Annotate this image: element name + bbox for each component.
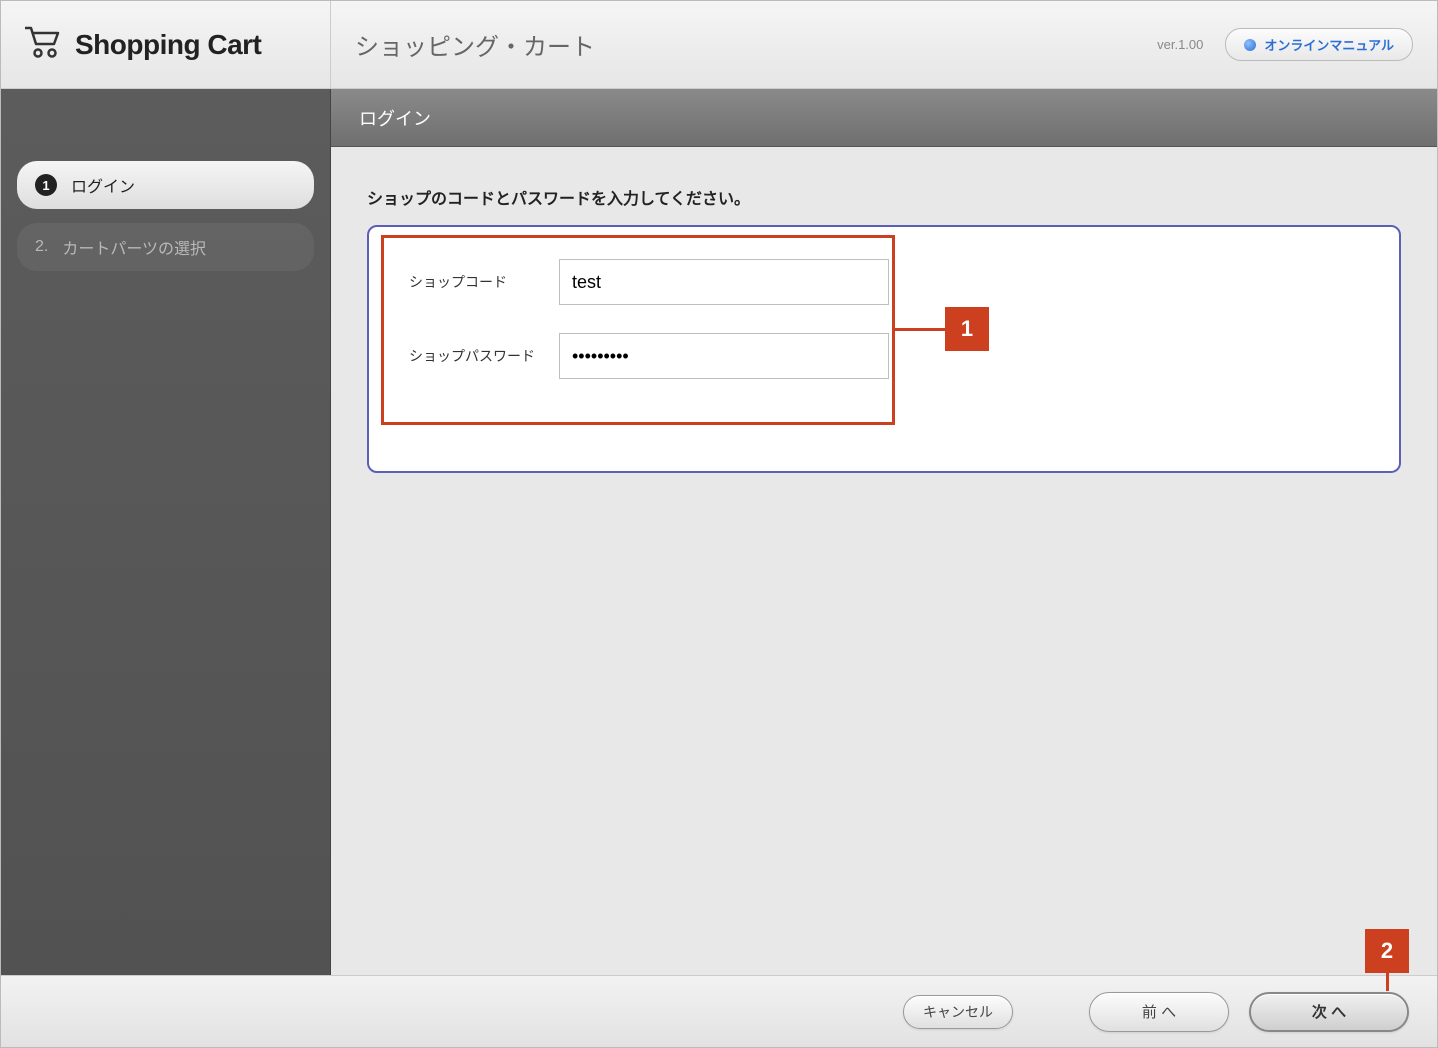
page-title: ショッピング・カート	[355, 27, 595, 62]
subheader-title: ログイン	[359, 105, 431, 131]
cart-icon	[23, 24, 75, 65]
content-area: ショップのコードとパスワードを入力してください。 ショップコード ショップパスワ…	[331, 147, 1437, 975]
manual-button-label: オンラインマニュアル	[1264, 35, 1394, 54]
next-button[interactable]: 次 へ	[1249, 992, 1409, 1032]
header-meta: ver.1.00 オンラインマニュアル	[1157, 28, 1413, 61]
header-right: ショッピング・カート ver.1.00 オンラインマニュアル	[331, 1, 1437, 89]
row-shop-code: ショップコード	[409, 259, 1359, 305]
prev-button-label: 前 へ	[1142, 1001, 1176, 1022]
annotation-callout-1: 1	[895, 307, 989, 351]
logo-text: Shopping Cart	[75, 29, 261, 61]
online-manual-button[interactable]: オンラインマニュアル	[1225, 28, 1413, 61]
footer: キャンセル 前 へ 次 へ 2	[1, 975, 1437, 1047]
input-shop-password[interactable]	[559, 333, 889, 379]
version-label: ver.1.00	[1157, 37, 1203, 52]
sidebar-step-login[interactable]: 1 ログイン	[17, 161, 314, 209]
input-shop-code[interactable]	[559, 259, 889, 305]
middle-row: 1 ログイン 2. カートパーツの選択 ログイン ショップのコードとパスワードを…	[1, 89, 1437, 975]
sidebar-step-cart-parts[interactable]: 2. カートパーツの選択	[17, 223, 314, 271]
prev-button[interactable]: 前 へ	[1089, 992, 1229, 1032]
callout-number-2: 2	[1365, 929, 1409, 973]
login-panel: ショップコード ショップパスワード	[367, 225, 1401, 473]
step-label: カートパーツの選択	[62, 235, 206, 259]
cancel-button[interactable]: キャンセル	[903, 995, 1013, 1029]
label-shop-password: ショップパスワード	[409, 346, 559, 366]
top-row: Shopping Cart ショッピング・カート ver.1.00 オンラインマ…	[1, 1, 1437, 89]
annotation-callout-2: 2	[1365, 929, 1409, 991]
instruction-text: ショップのコードとパスワードを入力してください。	[367, 185, 1401, 209]
callout-connector	[895, 328, 945, 331]
step-label: ログイン	[71, 173, 135, 197]
logo-area: Shopping Cart	[1, 1, 331, 89]
next-button-label: 次 へ	[1312, 1001, 1346, 1022]
app-window: Shopping Cart ショッピング・カート ver.1.00 オンラインマ…	[0, 0, 1438, 1048]
subheader: ログイン	[331, 89, 1437, 147]
main-area: ログイン ショップのコードとパスワードを入力してください。 ショップコード ショ…	[331, 89, 1437, 975]
callout-number-1: 1	[945, 307, 989, 351]
row-shop-password: ショップパスワード	[409, 333, 1359, 379]
panel-wrap: ショップコード ショップパスワード 1	[367, 225, 1401, 473]
label-shop-code: ショップコード	[409, 272, 559, 292]
callout-connector	[1386, 973, 1389, 991]
globe-icon	[1244, 39, 1256, 51]
step-number: 2.	[35, 238, 48, 256]
step-number-badge: 1	[35, 174, 57, 196]
cancel-button-label: キャンセル	[923, 1002, 993, 1022]
sidebar: 1 ログイン 2. カートパーツの選択	[1, 89, 331, 975]
